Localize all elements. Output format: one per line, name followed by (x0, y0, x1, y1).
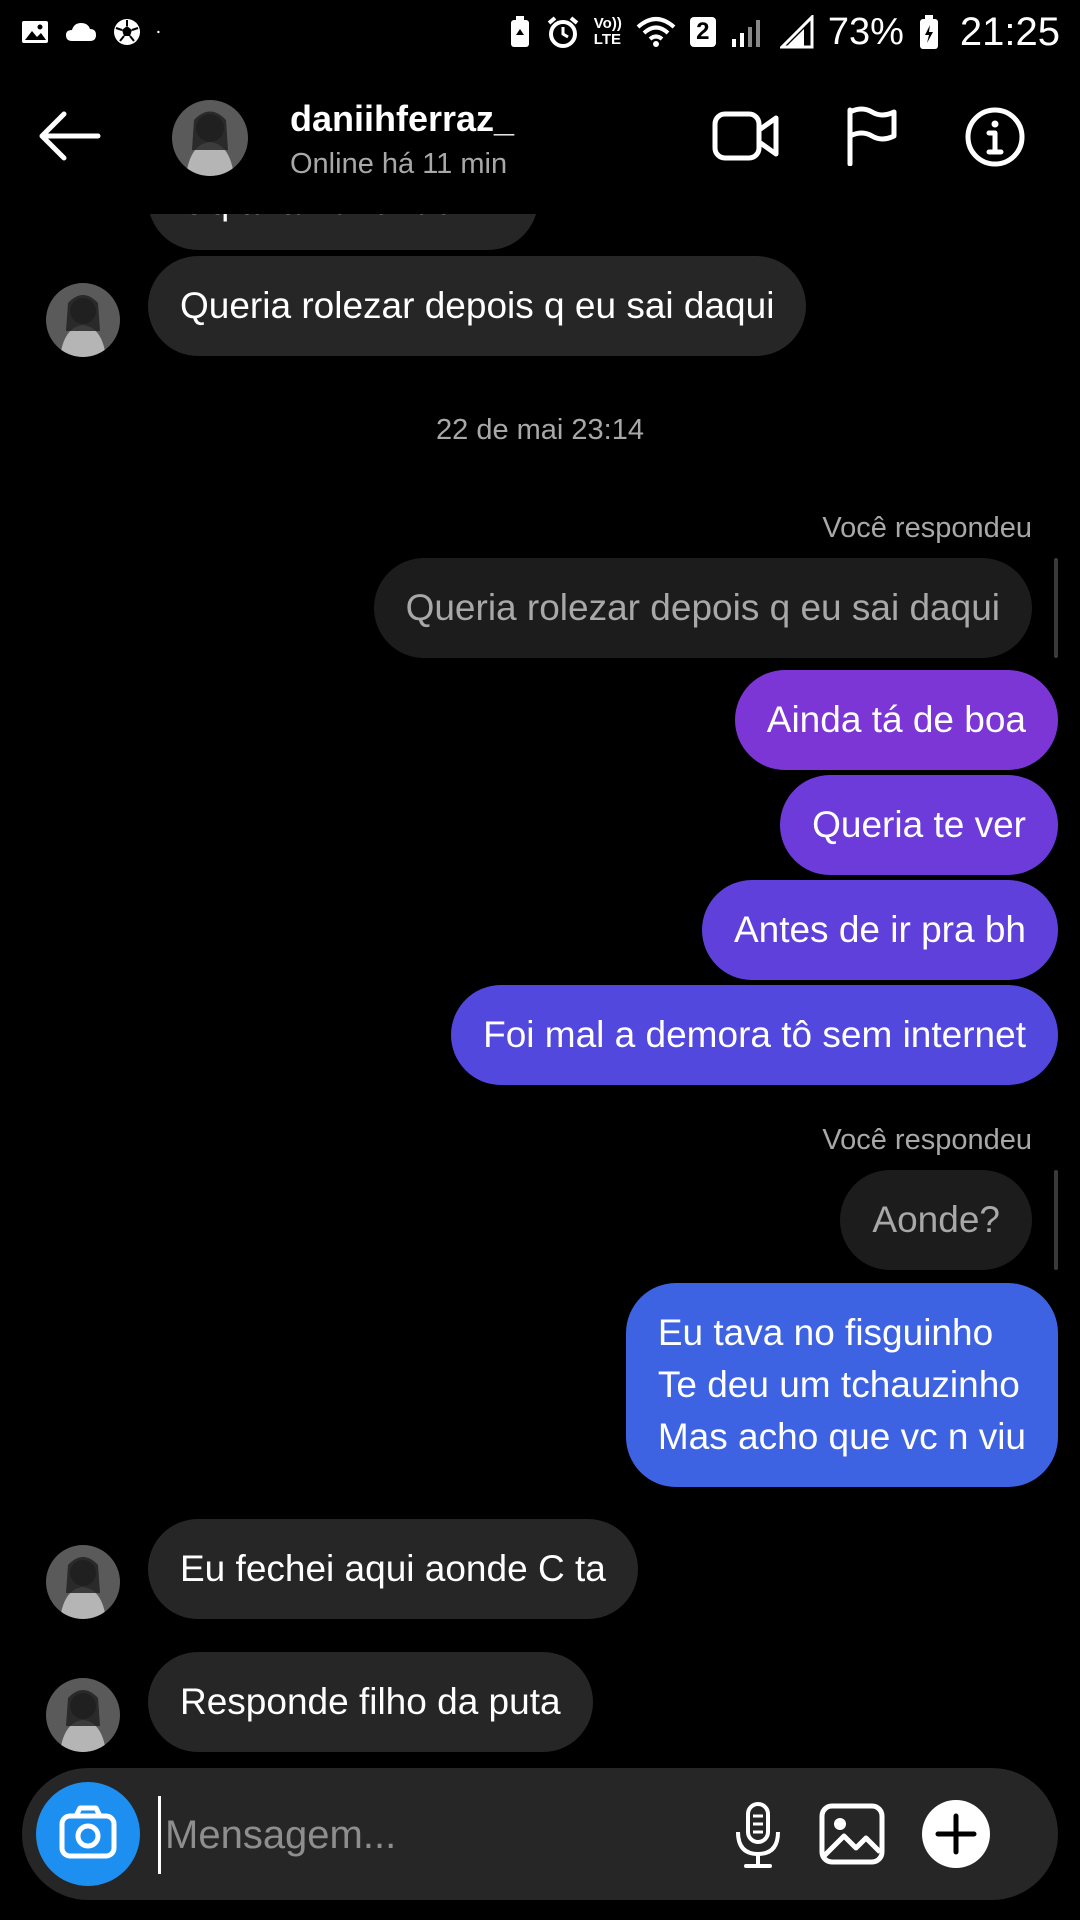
message-text: Eu fechei aqui aonde C ta (180, 1548, 606, 1589)
alarm-icon (547, 16, 579, 48)
signal-weak-icon (731, 20, 760, 47)
sender-avatar[interactable] (46, 283, 120, 357)
message-text: Queria rolezar depois q eu sai daqui (180, 285, 775, 326)
message-incoming[interactable]: Queria rolezar depois q eu sai daqui (148, 256, 807, 356)
flag-icon[interactable] (844, 106, 900, 166)
message-outgoing[interactable]: Ainda tá de boa (734, 670, 1058, 770)
volte-indicator: Vo)) LTE (594, 16, 622, 48)
avatar-photo-icon (46, 1678, 120, 1752)
wifi-icon (636, 17, 676, 47)
sender-avatar[interactable] (46, 1678, 120, 1752)
video-camera-icon[interactable] (712, 108, 780, 164)
battery-saver-icon (510, 16, 529, 47)
message-incoming[interactable]: Responde filho da puta (148, 1652, 593, 1752)
sender-avatar[interactable] (46, 1545, 120, 1619)
microphone-icon[interactable] (722, 1798, 794, 1870)
message-outgoing[interactable]: Queria te ver (780, 775, 1058, 875)
message-line: Te deu um tchauzinho (657, 1364, 1020, 1405)
chat-screen: Vo)) LTE 2 73% 21:25 Queria rolezar depo… (0, 0, 1080, 1920)
reply-label: Você respondeu (822, 512, 1032, 544)
avatar-photo-icon (172, 100, 248, 176)
contact-avatar[interactable] (172, 100, 248, 176)
date-separator: 22 de mai 23:14 (436, 414, 644, 446)
message-outgoing-multiline[interactable]: Eu tava no fisguinho Te deu um tchauzinh… (625, 1283, 1058, 1487)
contact-username[interactable]: daniihferraz_ (290, 98, 514, 140)
back-arrow-icon[interactable] (38, 108, 102, 164)
quoted-text: Aonde? (872, 1199, 1000, 1240)
camera-icon (59, 1805, 117, 1859)
volte-line2: LTE (593, 31, 621, 48)
message-outgoing[interactable]: Antes de ir pra bh (701, 880, 1058, 980)
message-input[interactable] (158, 1796, 687, 1874)
message-incoming[interactable]: Eu fechei aqui aonde C ta (148, 1519, 638, 1619)
message-outgoing[interactable]: Foi mal a demora tô sem internet (451, 985, 1058, 1085)
cloud-icon (66, 23, 96, 41)
gallery-notification-icon (22, 21, 48, 43)
camera-button[interactable] (36, 1782, 140, 1886)
battery-percent: 73% (827, 10, 904, 53)
more-options-button[interactable] (922, 1800, 990, 1868)
quote-bar (1054, 558, 1058, 658)
status-right: Vo)) LTE 2 73% 21:25 (508, 10, 1060, 55)
message-text: Foi mal a demora tô sem internet (483, 1014, 1026, 1055)
info-icon[interactable] (964, 106, 1026, 168)
image-gallery-icon[interactable] (816, 1800, 888, 1868)
dot-icon (157, 30, 160, 34)
battery-icon (919, 15, 938, 49)
status-left (20, 17, 168, 47)
quote-bar (1054, 1170, 1058, 1270)
reply-label: Você respondeu (822, 1124, 1032, 1156)
avatar-photo-icon (46, 1545, 120, 1619)
message-text: Responde filho da puta (180, 1681, 561, 1722)
chat-header: daniihferraz_ Online há 11 min (0, 64, 1080, 214)
message-composer (22, 1768, 1058, 1900)
soccer-ball-icon (114, 19, 140, 45)
status-bar: Vo)) LTE 2 73% 21:25 (0, 0, 1080, 64)
plus-icon (935, 1813, 977, 1855)
message-line: Eu tava no fisguinho (657, 1312, 994, 1353)
quoted-text: Queria rolezar depois q eu sai daqui (405, 587, 1000, 628)
clock: 21:25 (959, 9, 1060, 54)
quoted-message[interactable]: Aonde? (840, 1170, 1032, 1270)
message-text: Antes de ir pra bh (733, 909, 1026, 950)
sim-slot-number: 2 (696, 18, 710, 45)
avatar-photo-icon (46, 283, 120, 357)
contact-online-status: Online há 11 min (290, 148, 508, 180)
quoted-message[interactable]: Queria rolezar depois q eu sai daqui (373, 558, 1032, 658)
sim-badge: 2 (689, 17, 716, 47)
signal-strong-icon (779, 15, 814, 49)
volte-line1: Vo)) (593, 15, 622, 32)
message-text: Ainda tá de boa (766, 699, 1026, 740)
message-text: Queria te ver (812, 804, 1026, 845)
message-line: Mas acho que vc n viu (657, 1416, 1026, 1457)
